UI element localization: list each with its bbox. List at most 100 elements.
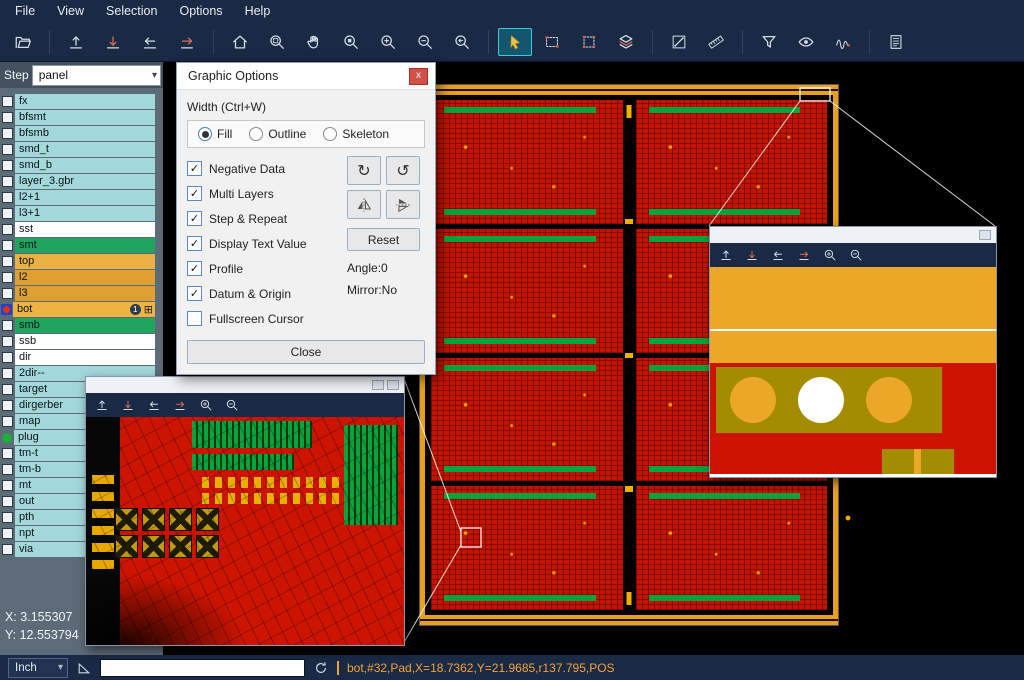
tray-down-button[interactable] xyxy=(740,245,764,265)
ruler-button[interactable] xyxy=(699,28,733,56)
zoom-object-button[interactable] xyxy=(334,28,368,56)
layer-row-bfsmb[interactable]: bfsmb xyxy=(0,126,163,141)
dialog-titlebar[interactable]: Graphic Options x xyxy=(177,63,435,90)
layer-checkbox[interactable] xyxy=(2,336,13,347)
layer-row-smd-t[interactable]: smd_t xyxy=(0,142,163,157)
tray-left-button[interactable] xyxy=(766,245,790,265)
layer-checkbox[interactable] xyxy=(2,224,13,235)
menu-options[interactable]: Options xyxy=(168,1,233,21)
menu-selection[interactable]: Selection xyxy=(95,1,168,21)
filter-button[interactable] xyxy=(752,28,786,56)
zoom-out-button[interactable] xyxy=(220,395,244,415)
zoom-region-button[interactable] xyxy=(260,28,294,56)
layer-row-ssb[interactable]: ssb xyxy=(0,334,163,349)
draft-triangle-icon[interactable] xyxy=(76,660,92,676)
layer-checkbox[interactable] xyxy=(2,512,13,523)
layer-checkbox[interactable] xyxy=(2,144,13,155)
zoom-in-button[interactable] xyxy=(194,395,218,415)
report-button[interactable] xyxy=(879,28,913,56)
layer-checkbox[interactable] xyxy=(2,544,13,555)
check-negative-data[interactable]: ✓Negative Data xyxy=(187,156,339,181)
highlight-net-button[interactable] xyxy=(826,28,860,56)
tray-right-button[interactable] xyxy=(170,28,204,56)
check-datum-origin[interactable]: ✓Datum & Origin xyxy=(187,281,339,306)
layer-row-top[interactable]: top xyxy=(0,254,163,269)
layer-row-smb[interactable]: smb xyxy=(0,318,163,333)
close-window-button[interactable] xyxy=(387,380,399,390)
layer-checkbox[interactable] xyxy=(2,160,13,171)
minimize-button[interactable] xyxy=(979,230,991,240)
zoom-window-titlebar[interactable] xyxy=(710,227,996,243)
layer-row-l2-1[interactable]: l2+1 xyxy=(0,190,163,205)
layer-checkbox[interactable] xyxy=(2,112,13,123)
command-input[interactable] xyxy=(100,659,305,677)
zoom-view-detail[interactable] xyxy=(710,267,996,477)
tray-left-button[interactable] xyxy=(133,28,167,56)
layer-row-layer-3-gbr[interactable]: layer_3.gbr xyxy=(0,174,163,189)
menu-view[interactable]: View xyxy=(46,1,95,21)
layer-checkbox[interactable] xyxy=(2,384,13,395)
layer-row-l3[interactable]: l3 xyxy=(0,286,163,301)
layer-checkbox[interactable] xyxy=(2,496,13,507)
step-select[interactable]: panel ▾ xyxy=(32,65,161,86)
zoom-out-button[interactable] xyxy=(844,245,868,265)
radio-skeleton[interactable]: Skeleton xyxy=(323,127,389,141)
layer-checkbox[interactable] xyxy=(2,448,13,459)
layer-checkbox[interactable] xyxy=(2,528,13,539)
menu-help[interactable]: Help xyxy=(234,1,282,21)
radio-fill[interactable]: Fill xyxy=(198,127,232,141)
layer-row-smd-b[interactable]: smd_b xyxy=(0,158,163,173)
select-cursor-button[interactable] xyxy=(498,28,532,56)
layer-row-bot[interactable]: bot1⊞ xyxy=(0,302,163,317)
layer-checkbox[interactable] xyxy=(2,416,13,427)
layer-checkbox[interactable] xyxy=(2,176,13,187)
tray-down-button[interactable] xyxy=(116,395,140,415)
layer-checkbox[interactable] xyxy=(2,256,13,267)
tray-left-button[interactable] xyxy=(142,395,166,415)
layer-row-dir[interactable]: dir xyxy=(0,350,163,365)
layer-checkbox[interactable] xyxy=(2,464,13,475)
layer-row-smt[interactable]: smt xyxy=(0,238,163,253)
layer-row-bfsmt[interactable]: bfsmt xyxy=(0,110,163,125)
tray-up-button[interactable] xyxy=(714,245,738,265)
reset-button[interactable]: Reset xyxy=(347,228,420,251)
pan-hand-button[interactable] xyxy=(297,28,331,56)
check-profile[interactable]: ✓Profile xyxy=(187,256,339,281)
open-button[interactable] xyxy=(6,28,40,56)
zoom-window-titlebar[interactable] xyxy=(86,377,404,393)
zoom-window-bottom-left[interactable] xyxy=(85,376,405,646)
layer-checkbox[interactable] xyxy=(2,192,13,203)
layer-row-sst[interactable]: sst xyxy=(0,222,163,237)
layer-checkbox[interactable] xyxy=(2,368,13,379)
tray-right-button[interactable] xyxy=(792,245,816,265)
rotate-ccw-button[interactable]: ↺ xyxy=(386,156,420,185)
tray-down-button[interactable] xyxy=(96,28,130,56)
layer-checkbox[interactable] xyxy=(2,240,13,251)
check-display-text-value[interactable]: ✓Display Text Value xyxy=(187,231,339,256)
rotate-cw-button[interactable]: ↻ xyxy=(347,156,381,185)
check-step-repeat[interactable]: ✓Step & Repeat xyxy=(187,206,339,231)
zoom-view-detail[interactable] xyxy=(86,417,404,645)
layer-checkbox[interactable] xyxy=(2,128,13,139)
check-multi-layers[interactable]: ✓Multi Layers xyxy=(187,181,339,206)
radio-outline[interactable]: Outline xyxy=(249,127,306,141)
grid-icon[interactable]: ⊞ xyxy=(144,302,153,317)
layer-checkbox[interactable] xyxy=(2,400,13,411)
marquee-select-button[interactable] xyxy=(535,28,569,56)
eye-button[interactable] xyxy=(789,28,823,56)
layer-checkbox[interactable] xyxy=(2,272,13,283)
menu-file[interactable]: File xyxy=(4,1,46,21)
transform-select-button[interactable] xyxy=(572,28,606,56)
unit-select[interactable]: Inch ▾ xyxy=(8,658,68,678)
layers-align-button[interactable] xyxy=(609,28,643,56)
layer-row-l2[interactable]: l2 xyxy=(0,270,163,285)
tray-right-button[interactable] xyxy=(168,395,192,415)
zoom-previous-button[interactable] xyxy=(445,28,479,56)
flip-horizontal-button[interactable] xyxy=(347,190,381,219)
close-button[interactable]: Close xyxy=(187,340,425,364)
tray-up-button[interactable] xyxy=(90,395,114,415)
minimize-button[interactable] xyxy=(372,380,384,390)
check-fullscreen-cursor[interactable]: Fullscreen Cursor xyxy=(187,306,339,331)
home-button[interactable] xyxy=(223,28,257,56)
layer-checkbox[interactable] xyxy=(2,320,13,331)
